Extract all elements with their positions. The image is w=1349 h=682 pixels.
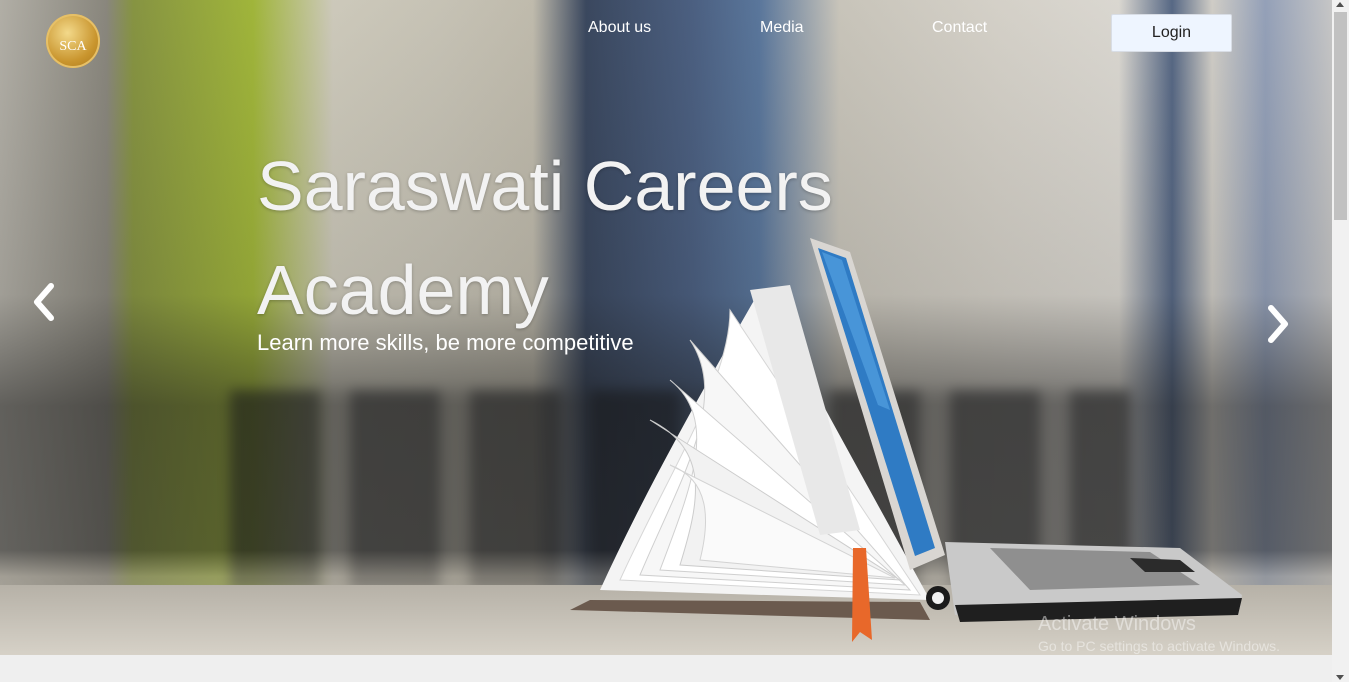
carousel-prev-button[interactable]: [26, 280, 62, 324]
login-button[interactable]: Login: [1111, 14, 1232, 52]
watermark-subtitle: Go to PC settings to activate Windows.: [1038, 638, 1280, 654]
hero-title: Saraswati Careers Academy: [257, 147, 833, 329]
hero-subtitle: Learn more skills, be more competitive: [257, 330, 634, 355]
watermark-title: Activate Windows: [1038, 613, 1196, 635]
chevron-right-icon: [1268, 305, 1288, 343]
scroll-up-icon[interactable]: [1336, 2, 1344, 7]
windows-activation-watermark: Activate Windows Go to PC settings to ac…: [1038, 613, 1280, 654]
nav-about-us[interactable]: About us: [588, 19, 651, 37]
logo-text: SCA: [59, 39, 87, 54]
nav-media[interactable]: Media: [760, 19, 804, 37]
scrollbar-thumb[interactable]: [1334, 12, 1347, 220]
nav-contact[interactable]: Contact: [932, 19, 987, 37]
carousel-next-button[interactable]: [1260, 302, 1296, 346]
chevron-left-icon: [34, 283, 54, 321]
scroll-down-icon[interactable]: [1336, 675, 1344, 680]
academy-logo[interactable]: SCA: [46, 14, 100, 68]
